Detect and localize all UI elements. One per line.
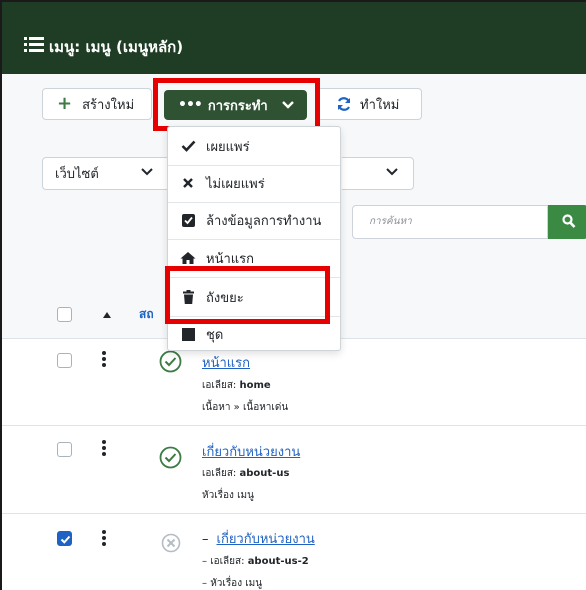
trash-icon: [180, 289, 196, 305]
select-all-checkbox[interactable]: [57, 307, 72, 322]
menu-item-label: ไม่เผยแพร่: [206, 176, 265, 192]
ellipsis-icon: •••: [178, 97, 203, 113]
page-header: เมนู: เมนู (เมนูหลัก): [2, 2, 586, 74]
rebuild-button-label: ทำใหม่: [360, 97, 400, 113]
alias-value: about-us-2: [247, 556, 309, 567]
published-icon[interactable]: [159, 350, 182, 373]
home-icon: [180, 250, 196, 266]
item-link-type: เนื้อหา » เนื้อหาเด่น: [202, 402, 289, 413]
menu-item-unpublish[interactable]: ไม่เผยแพร่: [168, 168, 340, 198]
menu-divider: [168, 239, 340, 240]
indent-dash: –: [202, 556, 207, 567]
actions-dropdown-menu: เผยแพร่ ไม่เผยแพร่ ล้างข้อมูลการทำงาน หน…: [167, 126, 341, 351]
square-icon: [180, 326, 196, 342]
menu-divider: [168, 202, 340, 203]
item-title-link[interactable]: เกี่ยวกับหน่วยงาน: [202, 441, 300, 462]
alias-label: เอเลียส:: [202, 468, 237, 479]
site-select[interactable]: เว็บไซต์: [42, 157, 168, 190]
menu-item-batch[interactable]: ชุด: [168, 319, 340, 349]
row-options-icon[interactable]: [102, 440, 106, 458]
list-icon: [24, 37, 44, 52]
alias-label: เอเลียส:: [210, 556, 245, 567]
x-icon: [180, 175, 196, 191]
search-button[interactable]: [548, 205, 586, 239]
item-alias: – เอเลียส: about-us-2: [202, 554, 309, 569]
item-title-link[interactable]: หน้าแรก: [202, 352, 250, 373]
row-checkbox-checked[interactable]: [57, 531, 72, 546]
item-link-type: – หัวเรื่อง เมนู: [202, 576, 262, 590]
sort-up-icon[interactable]: [103, 312, 111, 318]
menu-item-label: ล้างข้อมูลการทำงาน: [206, 213, 322, 229]
item-title-text[interactable]: เกี่ยวกับหน่วยงาน: [217, 532, 315, 547]
menu-item-label: เผยแพร่: [206, 139, 250, 155]
item-alias: เอเลียส: home: [202, 378, 271, 393]
row-options-icon[interactable]: [102, 530, 106, 548]
alias-value: about-us: [239, 468, 290, 479]
published-icon[interactable]: [159, 446, 182, 469]
row-options-icon[interactable]: [102, 351, 106, 369]
status-column-header[interactable]: สถ: [139, 305, 154, 324]
menu-item-label: หน้าแรก: [206, 251, 254, 267]
search-icon: [562, 214, 576, 228]
row-divider: [2, 513, 586, 514]
new-button-label: สร้างใหม่: [82, 97, 135, 113]
menu-item-publish[interactable]: เผยแพร่: [168, 131, 340, 161]
row-checkbox[interactable]: [57, 353, 72, 368]
table-body: [2, 338, 586, 590]
actions-dropdown-button[interactable]: ••• การกระทำ: [164, 90, 307, 120]
menu-divider: [168, 165, 340, 166]
menu-item-trash[interactable]: ถังขยะ: [168, 282, 340, 312]
indent-dash: –: [202, 532, 209, 547]
plus-icon: +: [57, 93, 73, 114]
new-button[interactable]: + สร้างใหม่: [42, 88, 152, 120]
refresh-icon: [337, 97, 351, 111]
menu-select[interactable]: [342, 157, 414, 190]
chevron-down-icon: [281, 101, 294, 109]
app-frame: เมนู: เมนู (เมนูหลัก) + สร้างใหม่ ทำใหม่…: [0, 0, 586, 590]
actions-button-label: การกระทำ: [207, 98, 268, 114]
link-type-text: หัวเรื่อง เมนู: [210, 578, 263, 589]
check-icon: [60, 535, 71, 544]
search-input[interactable]: การค้นหา: [352, 205, 548, 239]
menu-divider: [168, 277, 340, 278]
unpublished-icon[interactable]: [161, 533, 181, 553]
row-divider: [2, 425, 586, 426]
site-select-value: เว็บไซต์: [55, 167, 99, 182]
alias-value: home: [239, 380, 271, 391]
page-title: เมนู: เมนู (เมนูหลัก): [49, 38, 184, 56]
row-checkbox[interactable]: [57, 442, 72, 457]
checkbox-icon: [180, 212, 196, 228]
menu-item-label: ชุด: [206, 327, 224, 343]
menu-divider: [168, 316, 340, 317]
check-icon: [180, 138, 196, 154]
item-link-type: หัวเรื่อง เมนู: [202, 490, 254, 501]
search-placeholder: การค้นหา: [369, 216, 412, 227]
indent-dash: –: [202, 578, 207, 589]
chevron-down-icon: [141, 168, 153, 176]
alias-label: เอเลียส:: [202, 380, 237, 391]
item-title-link-nested: – เกี่ยวกับหน่วยงาน: [202, 528, 315, 549]
menu-item-label: ถังขยะ: [206, 290, 244, 306]
menu-item-home[interactable]: หน้าแรก: [168, 243, 340, 273]
menu-item-checkin[interactable]: ล้างข้อมูลการทำงาน: [168, 205, 340, 235]
rebuild-button[interactable]: ทำใหม่: [320, 88, 422, 120]
chevron-down-icon: [386, 168, 398, 176]
item-alias: เอเลียส: about-us: [202, 466, 289, 481]
